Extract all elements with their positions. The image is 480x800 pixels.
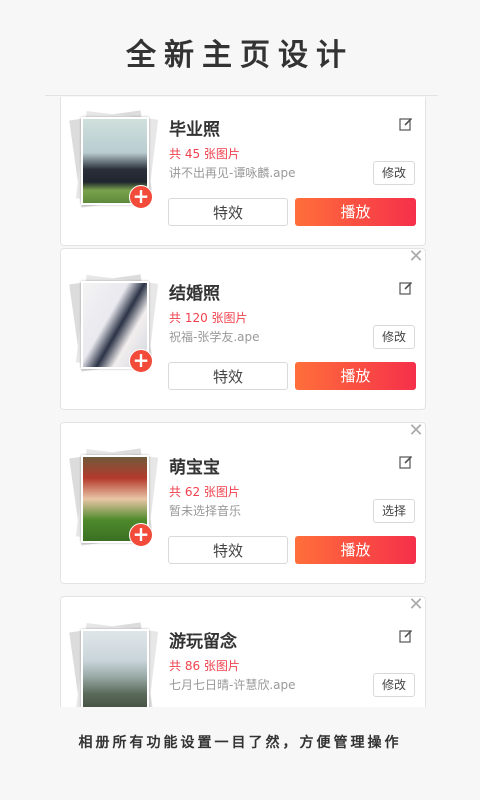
header-divider <box>45 95 438 96</box>
album-music: 祝福-张学友.ape <box>169 330 260 344</box>
album-thumbnail[interactable] <box>69 622 159 707</box>
edit-icon[interactable] <box>399 455 413 469</box>
page-header-title: 全新主页设计 <box>126 38 354 73</box>
album-card[interactable]: + 毕业照 共 45 张图片 讲不出再见-谭咏麟.ape 修改 特效 播放 <box>60 97 426 246</box>
album-card[interactable]: ✕ 游玩留念 共 86 张图片 七月七日晴-许慧欣.ape 修改 特效 播放 <box>60 596 426 707</box>
close-icon[interactable]: ✕ <box>407 596 425 614</box>
edit-icon[interactable] <box>399 629 413 643</box>
change-music-button[interactable]: 修改 <box>372 325 415 349</box>
add-photo-button[interactable]: + <box>129 349 153 373</box>
effects-button[interactable]: 特效 <box>168 362 288 390</box>
play-button[interactable]: 播放 <box>295 362 416 390</box>
effects-button[interactable]: 特效 <box>168 198 288 226</box>
album-thumbnail[interactable]: + <box>69 448 159 549</box>
album-title: 毕业照 <box>169 120 220 140</box>
add-photo-button[interactable]: + <box>129 523 153 547</box>
album-list[interactable]: + 毕业照 共 45 张图片 讲不出再见-谭咏麟.ape 修改 特效 播放 ✕ … <box>0 97 480 707</box>
footer-caption: 相册所有功能设置一目了然，方便管理操作 <box>78 735 402 751</box>
close-icon[interactable]: ✕ <box>407 248 425 266</box>
album-music: 暂未选择音乐 <box>169 504 242 518</box>
album-photo-count: 共 45 张图片 <box>169 147 240 161</box>
album-title: 萌宝宝 <box>169 458 220 478</box>
album-thumbnail[interactable]: + <box>69 110 159 211</box>
effects-button[interactable]: 特效 <box>168 536 288 564</box>
album-music: 讲不出再见-谭咏麟.ape <box>169 166 296 180</box>
album-title: 结婚照 <box>169 284 220 304</box>
play-button[interactable]: 播放 <box>295 198 416 226</box>
edit-icon[interactable] <box>399 281 413 295</box>
album-cover-photo <box>81 629 149 707</box>
album-photo-count: 共 120 张图片 <box>169 311 248 325</box>
close-icon[interactable]: ✕ <box>407 422 425 440</box>
album-photo-count: 共 86 张图片 <box>169 659 240 673</box>
select-music-button[interactable]: 选择 <box>372 499 415 523</box>
album-title: 游玩留念 <box>169 632 237 652</box>
album-card[interactable]: ✕ + 结婚照 共 120 张图片 祝福-张学友.ape 修改 特效 播放 <box>60 248 426 410</box>
edit-icon[interactable] <box>399 117 413 131</box>
album-thumbnail[interactable]: + <box>69 274 159 375</box>
play-button[interactable]: 播放 <box>295 536 416 564</box>
change-music-button[interactable]: 修改 <box>372 161 415 185</box>
change-music-button[interactable]: 修改 <box>372 673 415 697</box>
add-photo-button[interactable]: + <box>129 185 153 209</box>
album-card[interactable]: ✕ + 萌宝宝 共 62 张图片 暂未选择音乐 选择 特效 播放 <box>60 422 426 584</box>
album-photo-count: 共 62 张图片 <box>169 485 240 499</box>
album-music: 七月七日晴-许慧欣.ape <box>169 678 296 692</box>
